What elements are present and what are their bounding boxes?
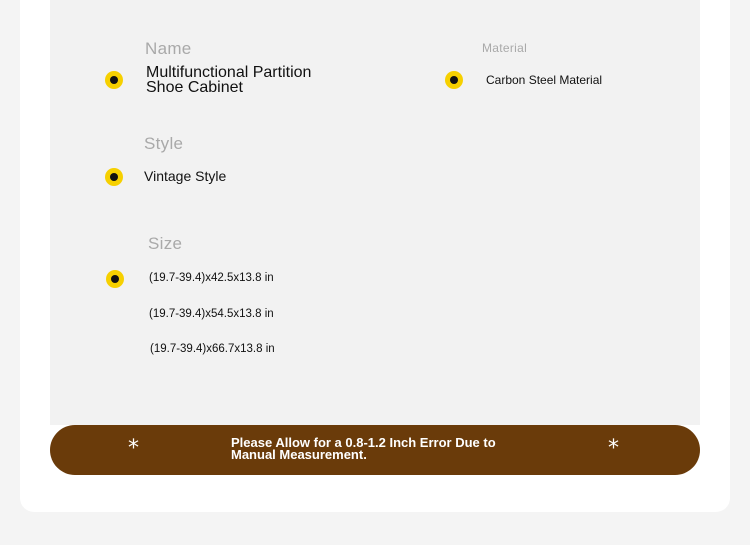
material-value: Carbon Steel Material — [486, 73, 603, 87]
style-label: Style — [144, 134, 184, 153]
size-label: Size — [148, 234, 183, 253]
style-bullet-icon — [105, 168, 123, 186]
asterisk-icon: * — [128, 436, 139, 461]
size-option: (19.7-39.4)x42.5x13.8 in — [149, 272, 274, 284]
size-option: (19.7-39.4)x54.5x13.8 in — [149, 308, 274, 320]
size-option: (19.7-39.4)x66.7x13.8 in — [150, 343, 275, 355]
measurement-notice-text: Please Allow for a 0.8-1.2 Inch Error Du… — [231, 435, 496, 462]
material-label: Material — [482, 41, 528, 55]
name-label: Name — [145, 39, 192, 58]
asterisk-icon: * — [608, 436, 619, 461]
name-bullet-icon — [105, 71, 123, 89]
measurement-notice-banner: * Please Allow for a 0.8-1.2 Inch Error … — [50, 425, 700, 475]
style-value: Vintage Style — [144, 168, 227, 184]
material-bullet-icon — [445, 71, 463, 89]
name-value: Multifunctional Partition Shoe Cabinet — [146, 64, 312, 96]
size-bullet-icon — [106, 270, 124, 288]
